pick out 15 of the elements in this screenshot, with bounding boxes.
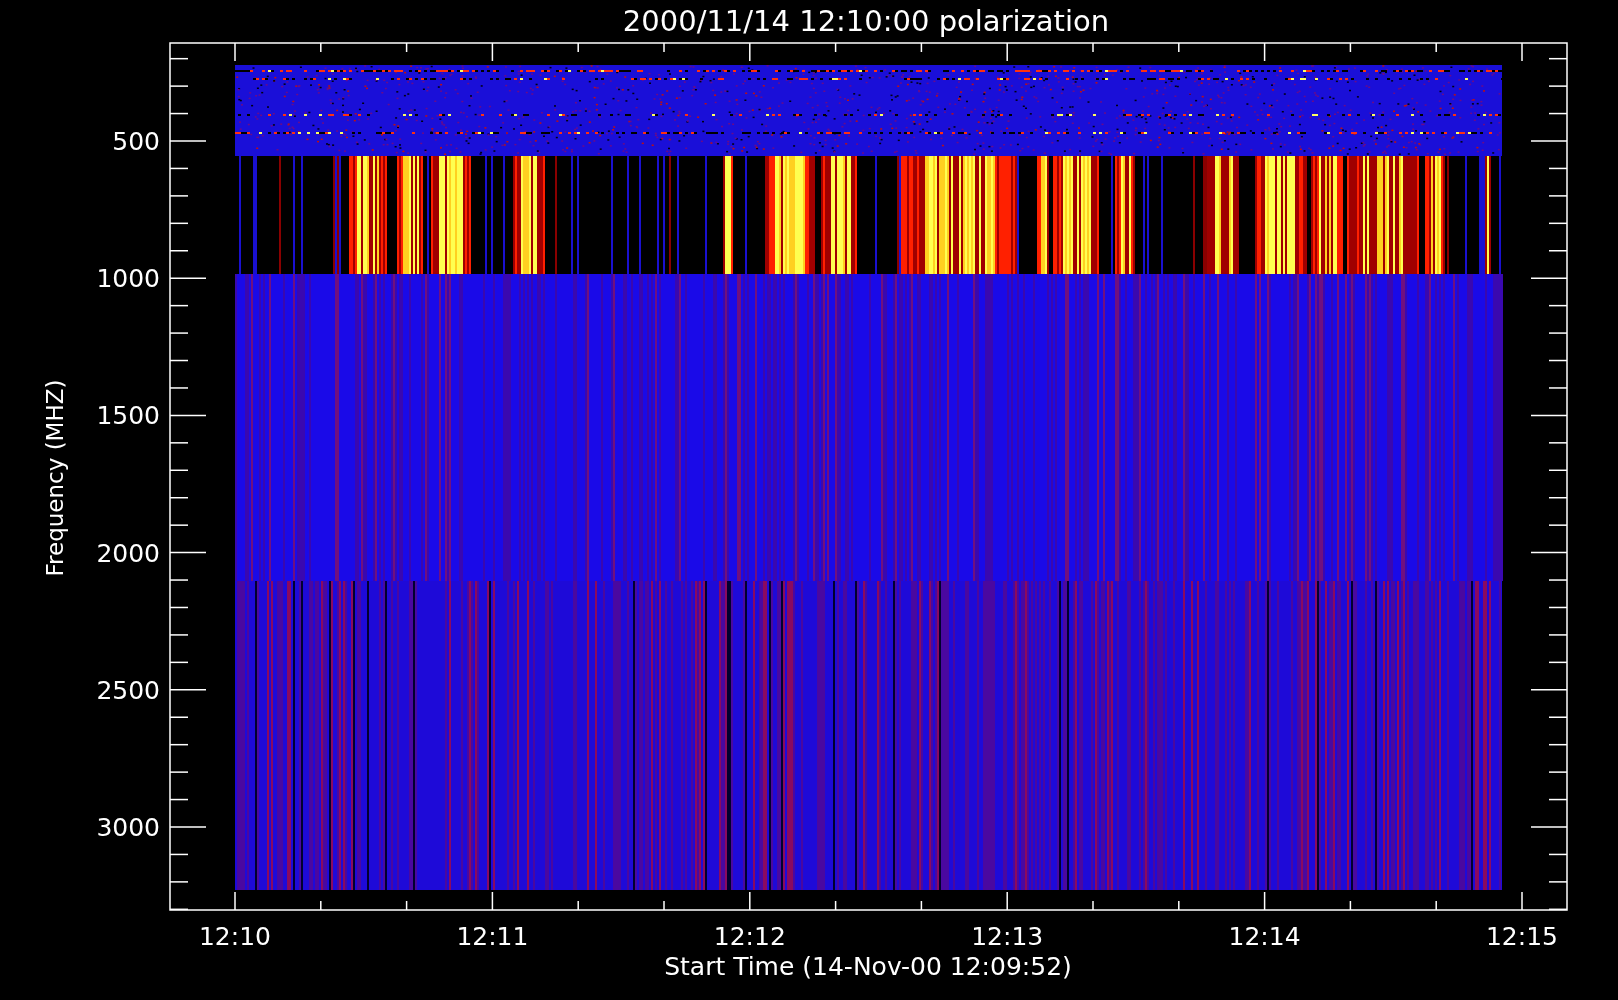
y-axis-label: Frequency (MHZ) xyxy=(42,379,68,577)
x-axis-label: Start Time (14-Nov-00 12:09:52) xyxy=(664,952,1072,981)
x-tick-label: 12:13 xyxy=(971,922,1044,951)
x-tick-label: 12:12 xyxy=(713,922,786,951)
x-tick-label: 12:10 xyxy=(199,922,271,951)
y-tick-label: 500 xyxy=(112,127,160,156)
y-tick-label: 2000 xyxy=(96,538,160,568)
y-tick-label: 1000 xyxy=(96,264,160,294)
y-tick-label: 3000 xyxy=(96,813,160,842)
x-tick-label: 12:15 xyxy=(1486,922,1558,951)
y-tick-label: 2500 xyxy=(96,675,160,705)
x-tick-label: 12:11 xyxy=(456,922,529,951)
y-tick-label: 1500 xyxy=(96,401,160,431)
chart-title: 2000/11/14 12:10:00 polarization xyxy=(622,4,1110,38)
x-tick-label: 12:14 xyxy=(1228,922,1301,951)
